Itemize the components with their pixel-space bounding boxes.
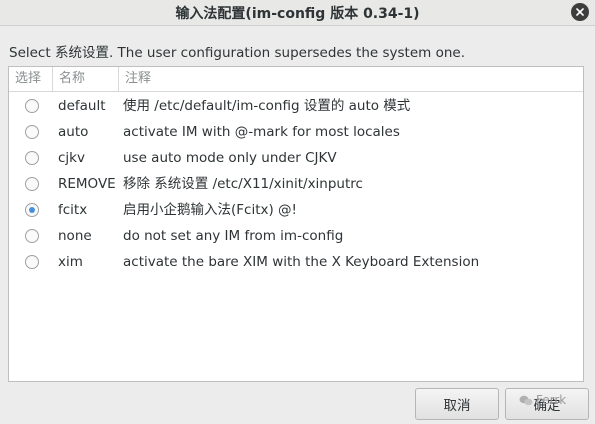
close-icon: [576, 8, 584, 16]
radio-button[interactable]: [25, 125, 39, 139]
radio-button[interactable]: [25, 99, 39, 113]
im-list: 选择 名称 注释 default 使用 /etc/default/im-conf…: [8, 66, 584, 382]
column-header-comment[interactable]: 注释: [119, 67, 585, 92]
im-config-dialog: 输入法配置(im-config 版本 0.34-1) Select 系统设置. …: [0, 0, 595, 424]
row-description: activate the bare XIM with the X Keyboar…: [123, 254, 480, 270]
list-row-auto[interactable]: auto activate IM with @-mark for most lo…: [9, 119, 583, 145]
row-description: 移除 系统设置 /etc/X11/xinit/xinputrc: [123, 176, 363, 192]
ok-button[interactable]: 确定: [505, 388, 589, 420]
row-name: REMOVE: [58, 176, 116, 192]
radio-button-selected[interactable]: [25, 203, 39, 217]
column-header-select[interactable]: 选择: [9, 67, 53, 92]
list-row-fcitx[interactable]: fcitx 启用小企鹅输入法(Fcitx) @!: [9, 197, 583, 223]
close-button[interactable]: [571, 3, 589, 21]
instruction-text: Select 系统设置. The user configuration supe…: [9, 45, 466, 61]
list-row-default[interactable]: default 使用 /etc/default/im-config 设置的 au…: [9, 93, 583, 119]
row-description: 启用小企鹅输入法(Fcitx) @!: [123, 202, 297, 218]
row-description: use auto mode only under CJKV: [123, 150, 337, 166]
window-title: 输入法配置(im-config 版本 0.34-1): [175, 6, 420, 22]
list-row-xim[interactable]: xim activate the bare XIM with the X Key…: [9, 249, 583, 275]
radio-button[interactable]: [25, 151, 39, 165]
row-name: cjkv: [58, 150, 85, 166]
row-name: fcitx: [58, 202, 88, 218]
radio-button[interactable]: [25, 177, 39, 191]
row-name: auto: [58, 124, 89, 140]
row-description: activate IM with @-mark for most locales: [123, 124, 400, 140]
list-row-cjkv[interactable]: cjkv use auto mode only under CJKV: [9, 145, 583, 171]
column-header-name[interactable]: 名称: [53, 67, 119, 92]
list-row-remove[interactable]: REMOVE 移除 系统设置 /etc/X11/xinit/xinputrc: [9, 171, 583, 197]
row-name: none: [58, 228, 92, 244]
radio-button[interactable]: [25, 255, 39, 269]
list-row-none[interactable]: none do not set any IM from im-config: [9, 223, 583, 249]
titlebar: 输入法配置(im-config 版本 0.34-1): [0, 0, 595, 26]
cancel-button[interactable]: 取消: [415, 388, 499, 420]
row-name: default: [58, 98, 106, 114]
row-name: xim: [58, 254, 83, 270]
radio-button[interactable]: [25, 229, 39, 243]
list-header: 选择 名称 注释: [9, 67, 583, 92]
row-description: do not set any IM from im-config: [123, 228, 344, 244]
row-description: 使用 /etc/default/im-config 设置的 auto 模式: [123, 98, 411, 114]
